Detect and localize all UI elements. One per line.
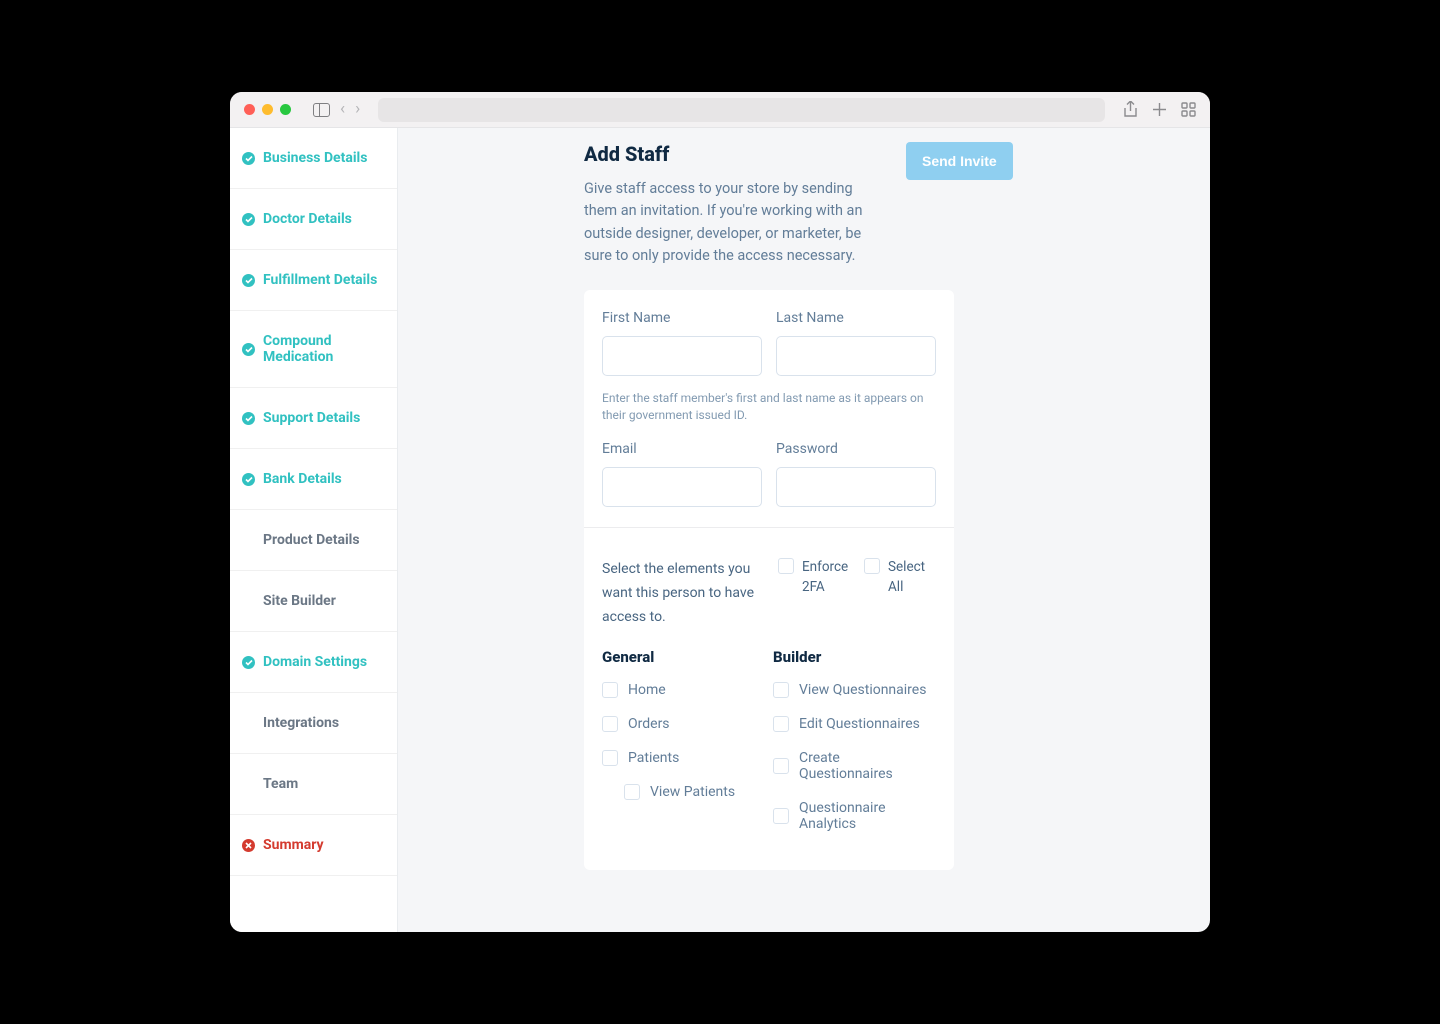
tabs-overview-icon[interactable] <box>1181 102 1196 117</box>
sidebar-item-site-builder[interactable]: Site Builder <box>230 571 397 632</box>
permission-checkbox[interactable] <box>602 682 618 698</box>
sidebar-item-label: Team <box>263 776 298 792</box>
sidebar: Business Details Doctor Details Fulfillmen… <box>230 128 398 932</box>
sidebar-item-label: Business Details <box>263 150 367 166</box>
check-icon <box>242 274 255 287</box>
sidebar-item-label: Compound Medication <box>263 333 385 365</box>
sidebar-item-product-details[interactable]: Product Details <box>230 510 397 571</box>
permission-label: View Patients <box>650 784 735 800</box>
page-description: Give staff access to your store by sendi… <box>584 178 874 268</box>
traffic-lights <box>244 104 291 115</box>
permission-label: Orders <box>628 716 670 732</box>
last-name-label: Last Name <box>776 310 936 326</box>
check-icon <box>242 656 255 669</box>
permission-item: View Patients <box>624 784 765 800</box>
send-invite-button[interactable]: Send Invite <box>906 142 1013 180</box>
enforce-2fa-checkbox[interactable] <box>778 558 794 574</box>
permission-checkbox[interactable] <box>602 716 618 732</box>
address-bar[interactable] <box>378 98 1105 122</box>
permission-group-title: Builder <box>773 648 936 666</box>
permission-checkbox[interactable] <box>602 750 618 766</box>
maximize-window-button[interactable] <box>280 104 291 115</box>
permission-item: Create Questionnaires <box>773 750 936 782</box>
back-button[interactable]: ‹ <box>340 101 345 118</box>
first-name-input[interactable] <box>602 336 762 376</box>
sidebar-item-compound-medication[interactable]: Compound Medication <box>230 311 397 388</box>
permission-item: Questionnaire Analytics <box>773 800 936 832</box>
sidebar-item-label: Support Details <box>263 410 360 426</box>
sidebar-item-support-details[interactable]: Support Details <box>230 388 397 449</box>
sidebar-toggle-icon[interactable] <box>313 103 330 117</box>
sidebar-item-team[interactable]: Team <box>230 754 397 815</box>
sidebar-item-label: Summary <box>263 837 324 853</box>
sidebar-item-business-details[interactable]: Business Details <box>230 128 397 189</box>
permissions-instructions: Select the elements you want this person… <box>602 558 764 629</box>
check-icon <box>242 412 255 425</box>
main-panel: Add Staff Give staff access to your stor… <box>398 128 1210 932</box>
sidebar-item-summary[interactable]: Summary <box>230 815 397 876</box>
close-window-button[interactable] <box>244 104 255 115</box>
sidebar-item-label: Site Builder <box>263 593 336 609</box>
select-all-checkbox[interactable] <box>864 558 880 574</box>
permissions-header: Select the elements you want this person… <box>584 528 954 647</box>
name-help-text: Enter the staff member's first and last … <box>602 390 936 424</box>
permission-item: Edit Questionnaires <box>773 716 936 732</box>
permission-label: Edit Questionnaires <box>799 716 920 732</box>
permission-label: Home <box>628 682 666 698</box>
sidebar-item-label: Integrations <box>263 715 339 731</box>
toolbar-right <box>1123 101 1196 118</box>
share-icon[interactable] <box>1123 101 1138 118</box>
email-label: Email <box>602 441 762 457</box>
sidebar-item-domain-settings[interactable]: Domain Settings <box>230 632 397 693</box>
check-icon <box>242 213 255 226</box>
permission-item: Home <box>602 682 765 698</box>
permission-checkbox[interactable] <box>773 758 789 774</box>
staff-form-card: First Name Last Name Enter the staff mem… <box>584 290 954 870</box>
forward-button[interactable]: › <box>355 101 360 118</box>
email-input[interactable] <box>602 467 762 507</box>
window-titlebar: ‹ › <box>230 92 1210 128</box>
password-label: Password <box>776 441 936 457</box>
sidebar-item-doctor-details[interactable]: Doctor Details <box>230 189 397 250</box>
permission-label: Questionnaire Analytics <box>799 800 936 832</box>
permission-item: Orders <box>602 716 765 732</box>
check-icon <box>242 152 255 165</box>
permission-checkbox[interactable] <box>773 682 789 698</box>
sidebar-item-label: Domain Settings <box>263 654 367 670</box>
check-icon <box>242 343 255 356</box>
content-area: Business Details Doctor Details Fulfillmen… <box>230 128 1210 932</box>
toolbar-nav: ‹ › <box>313 101 360 118</box>
permissions-body: General Home Orders Patients View Patients Bu… <box>584 648 954 870</box>
minimize-window-button[interactable] <box>262 104 273 115</box>
permission-label: View Questionnaires <box>799 682 926 698</box>
last-name-input[interactable] <box>776 336 936 376</box>
permission-checkbox[interactable] <box>773 808 789 824</box>
enforce-2fa-label: Enforce 2FA <box>802 558 850 597</box>
page-title: Add Staff <box>584 142 874 166</box>
select-all-label: Select All <box>888 558 936 597</box>
permission-item: View Questionnaires <box>773 682 936 698</box>
sidebar-item-integrations[interactable]: Integrations <box>230 693 397 754</box>
sidebar-item-bank-details[interactable]: Bank Details <box>230 449 397 510</box>
permission-group-builder: Builder View Questionnaires Edit Questionn… <box>773 648 936 850</box>
sidebar-item-label: Doctor Details <box>263 211 352 227</box>
first-name-label: First Name <box>602 310 762 326</box>
permission-item: Patients <box>602 750 765 766</box>
sidebar-item-fulfillment-details[interactable]: Fulfillment Details <box>230 250 397 311</box>
check-icon <box>242 473 255 486</box>
permission-group-general: General Home Orders Patients View Patients <box>602 648 765 850</box>
app-window: ‹ › Business Details Doctor Details Fulfil… <box>230 92 1210 932</box>
permission-checkbox[interactable] <box>624 784 640 800</box>
sidebar-item-label: Fulfillment Details <box>263 272 377 288</box>
permission-label: Patients <box>628 750 679 766</box>
password-input[interactable] <box>776 467 936 507</box>
new-tab-icon[interactable] <box>1152 102 1167 117</box>
error-icon <box>242 839 255 852</box>
permission-group-title: General <box>602 648 765 666</box>
sidebar-item-label: Product Details <box>263 532 360 548</box>
sidebar-item-label: Bank Details <box>263 471 342 487</box>
permission-label: Create Questionnaires <box>799 750 936 782</box>
permission-checkbox[interactable] <box>773 716 789 732</box>
page-header: Add Staff Give staff access to your stor… <box>584 142 1170 268</box>
